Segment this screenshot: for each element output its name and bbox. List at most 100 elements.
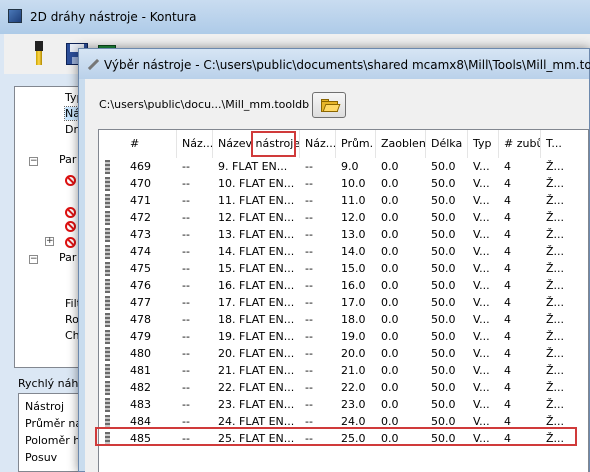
prohibit-icon — [65, 221, 76, 232]
open-library-button[interactable] — [312, 92, 346, 118]
table-row[interactable]: 473 -- 13. FLAT EN... -- 13.0 0.0 50.0 V... 4 Ž..… — [99, 226, 588, 243]
col-name-short-cell: -- — [182, 398, 190, 411]
col-number-cell: 471 — [130, 194, 151, 207]
col-t-cell: Ž... — [546, 194, 565, 207]
col-name-short-cell: -- — [182, 313, 190, 326]
col-number-cell: 478 — [130, 313, 151, 326]
col-corner-radius-cell: 0.0 — [381, 262, 399, 275]
table-row[interactable]: 482 -- 22. FLAT EN... -- 22.0 0.0 50.0 V... 4 Ž..… — [99, 379, 588, 396]
col-tool-name-cell: 16. FLAT EN... — [218, 279, 295, 292]
table-row[interactable]: 478 -- 18. FLAT EN... -- 18.0 0.0 50.0 V... 4 Ž..… — [99, 311, 588, 328]
col-corner-radius-cell: 0.0 — [381, 347, 399, 360]
col-name-short-2-cell: -- — [305, 194, 313, 207]
table-row[interactable]: 471 -- 11. FLAT EN... -- 11.0 0.0 50.0 V... 4 Ž..… — [99, 192, 588, 209]
tool-row-icon — [105, 194, 110, 208]
col-number-header[interactable]: # — [125, 130, 177, 158]
col-t-cell: Ž... — [546, 364, 565, 377]
col-flutes-cell: 4 — [504, 398, 511, 411]
tool-row-icon — [105, 381, 110, 395]
col-length-cell: 50.0 — [431, 245, 456, 258]
tree-expander-icon[interactable]: + — [45, 237, 54, 246]
col-length-cell: 50.0 — [431, 194, 456, 207]
col-flutes-cell: 4 — [504, 330, 511, 343]
table-row[interactable]: 483 -- 23. FLAT EN... -- 23.0 0.0 50.0 V... 4 Ž..… — [99, 396, 588, 413]
dialog-titlebar[interactable]: Výběr nástroje - C:\users\public\documen… — [79, 49, 590, 79]
col-length-header[interactable]: Délka — [426, 130, 468, 158]
tool-row-icon — [105, 211, 110, 225]
col-corner-radius-cell: 0.0 — [381, 228, 399, 241]
col-name-short-2-cell: -- — [305, 228, 313, 241]
col-corner-radius-cell: 0.0 — [381, 364, 399, 377]
col-flutes-cell: 4 — [504, 160, 511, 173]
col-diameter-header[interactable]: Prům. — [336, 130, 376, 158]
tree-item[interactable]: Par — [59, 153, 76, 166]
table-row[interactable]: 469 -- 9. FLAT EN... -- 9.0 0.0 50.0 V... 4 Ž... — [99, 158, 588, 175]
tool-row-icon — [105, 347, 110, 361]
tool-row-icon — [105, 177, 110, 191]
col-name-short-2-cell: -- — [305, 177, 313, 190]
col-type-cell: V... — [473, 245, 490, 258]
col-name-short-2-cell: -- — [305, 364, 313, 377]
col-diameter-cell: 9.0 — [341, 160, 359, 173]
table-row[interactable]: 474 -- 14. FLAT EN... -- 14.0 0.0 50.0 V... 4 Ž..… — [99, 243, 588, 260]
col-type-cell: V... — [473, 296, 490, 309]
tree-item[interactable]: Par — [59, 251, 76, 264]
table-row[interactable]: 479 -- 19. FLAT EN... -- 19.0 0.0 50.0 V... 4 Ž..… — [99, 328, 588, 345]
col-corner-radius-cell: 0.0 — [381, 330, 399, 343]
table-row[interactable]: 470 -- 10. FLAT EN... -- 10.0 0.0 50.0 V... 4 Ž..… — [99, 175, 588, 192]
col-flutes-cell: 4 — [504, 313, 511, 326]
col-corner-radius-header[interactable]: Zaoblení — [376, 130, 426, 158]
tree-expander-icon[interactable]: − — [29, 157, 38, 166]
col-name-short-2-cell: -- — [305, 245, 313, 258]
col-type-cell: V... — [473, 177, 490, 190]
app-icon — [8, 9, 22, 23]
tree-expander-icon[interactable]: − — [29, 255, 38, 264]
col-length-cell: 50.0 — [431, 296, 456, 309]
table-row[interactable]: 477 -- 17. FLAT EN... -- 17.0 0.0 50.0 V... 4 Ž..… — [99, 294, 588, 311]
col-flutes-header[interactable]: # zubů — [499, 130, 541, 158]
col-type-cell: V... — [473, 330, 490, 343]
tool-row-icon — [105, 262, 110, 276]
col-tool-name-cell: 11. FLAT EN... — [218, 194, 295, 207]
col-type-cell: V... — [473, 194, 490, 207]
col-name-short-cell: -- — [182, 279, 190, 292]
tool-list[interactable]: # Náz... Název nástroje Náz... Prům. Zaoblení… — [98, 129, 589, 472]
col-flutes-cell: 4 — [504, 279, 511, 292]
library-path: C:\users\public\docu...\Mill_mm.tooldb — [99, 98, 310, 111]
col-number-cell: 476 — [130, 279, 151, 292]
table-row[interactable]: 472 -- 12. FLAT EN... -- 12.0 0.0 50.0 V... 4 Ž..… — [99, 209, 588, 226]
col-tool-name-cell: 21. FLAT EN... — [218, 364, 295, 377]
col-name-short-header[interactable]: Náz... — [177, 130, 213, 158]
col-name-short-2-header[interactable]: Náz... — [300, 130, 336, 158]
col-type-header[interactable]: Typ — [468, 130, 499, 158]
col-diameter-cell: 12.0 — [341, 211, 366, 224]
preview-row: Nástroj — [25, 400, 65, 413]
table-row[interactable]: 480 -- 20. FLAT EN... -- 20.0 0.0 50.0 V... 4 Ž..… — [99, 345, 588, 362]
col-diameter-cell: 15.0 — [341, 262, 366, 275]
col-name-short-cell: -- — [182, 347, 190, 360]
table-row[interactable]: 475 -- 15. FLAT EN... -- 15.0 0.0 50.0 V... 4 Ž..… — [99, 260, 588, 277]
col-t-cell: Ž... — [546, 211, 565, 224]
col-name-short-cell: -- — [182, 330, 190, 343]
col-name-short-2-cell: -- — [305, 296, 313, 309]
parameters-tree[interactable]: Typ Náz Drž Par Par Filtr Rov Chl − − + — [14, 86, 87, 368]
col-t-cell: Ž... — [546, 228, 565, 241]
col-number-cell: 470 — [130, 177, 151, 190]
table-row[interactable]: 481 -- 21. FLAT EN... -- 21.0 0.0 50.0 V... 4 Ž..… — [99, 362, 588, 379]
preview-row: Posuv — [25, 451, 58, 464]
table-row[interactable]: 476 -- 16. FLAT EN... -- 16.0 0.0 50.0 V... 4 Ž..… — [99, 277, 588, 294]
col-type-cell: V... — [473, 364, 490, 377]
tool-row-icon — [105, 313, 110, 327]
drill-icon[interactable] — [26, 39, 52, 67]
tool-row-icon — [105, 398, 110, 412]
col-flutes-cell: 4 — [504, 296, 511, 309]
tool-row-icon — [105, 279, 110, 293]
col-t-cell: Ž... — [546, 313, 565, 326]
col-name-short-2-cell: -- — [305, 381, 313, 394]
col-t-cell: Ž... — [546, 347, 565, 360]
col-type-cell: V... — [473, 398, 490, 411]
col-name-short-cell: -- — [182, 194, 190, 207]
col-length-cell: 50.0 — [431, 330, 456, 343]
col-t-header[interactable]: T... — [541, 130, 588, 158]
prohibit-icon — [65, 237, 76, 248]
